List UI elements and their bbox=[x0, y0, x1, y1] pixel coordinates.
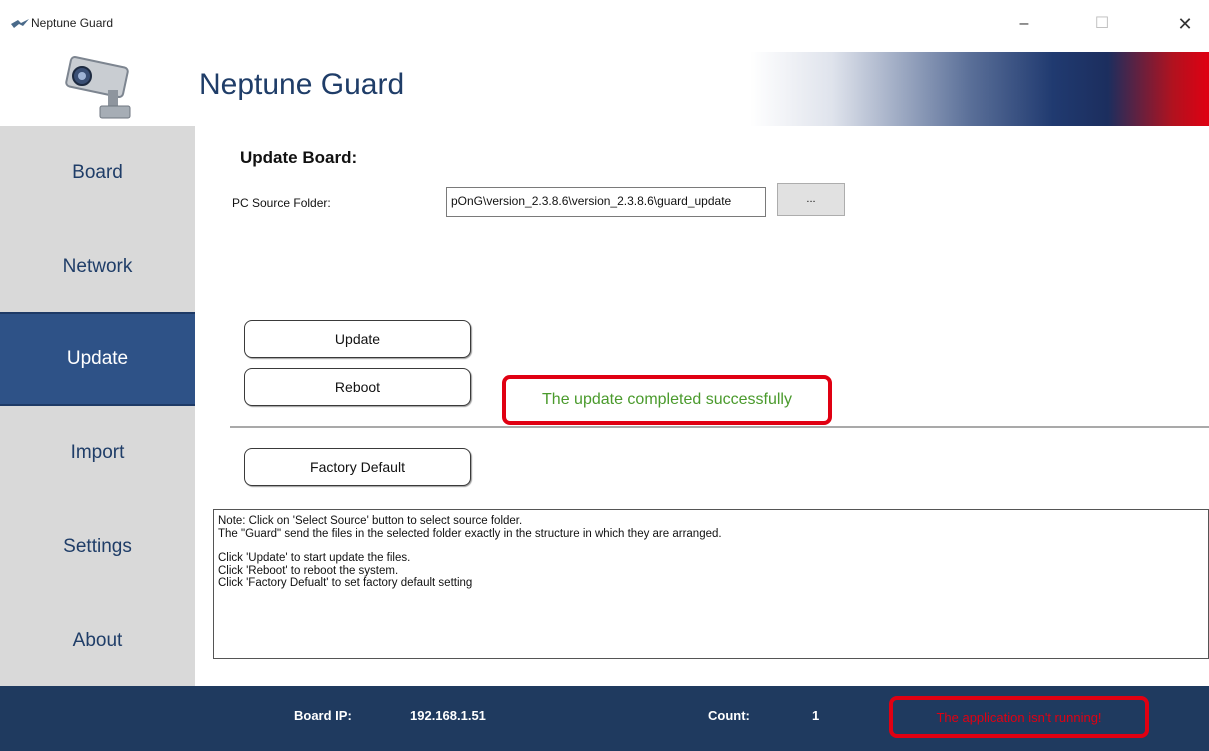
notes-box: Note: Click on 'Select Source' button to… bbox=[213, 509, 1209, 659]
board-ip-label: Board IP: bbox=[294, 708, 352, 723]
note-line: Click 'Factory Defualt' to set factory d… bbox=[218, 577, 473, 589]
sidebar-item-about[interactable]: About bbox=[0, 594, 195, 688]
minimize-button[interactable]: – bbox=[1009, 12, 1039, 36]
app-logo-icon bbox=[11, 19, 29, 28]
reboot-button[interactable]: Reboot bbox=[244, 368, 471, 406]
divider bbox=[230, 426, 1209, 428]
sidebar: Board Network Update Import Settings Abo… bbox=[0, 126, 195, 686]
source-folder-input[interactable]: pOnG\version_2.3.8.6\version_2.3.8.6\gua… bbox=[446, 187, 766, 217]
window-title: Neptune Guard bbox=[31, 16, 114, 30]
success-message-text: The update completed successfully bbox=[542, 391, 792, 408]
header-banner bbox=[750, 52, 1209, 126]
update-button[interactable]: Update bbox=[244, 320, 471, 358]
factory-default-button[interactable]: Factory Default bbox=[244, 448, 471, 486]
note-line: Click 'Update' to start update the files… bbox=[218, 552, 411, 564]
status-bar: Board IP: 192.168.1.51 Count: 1 The appl… bbox=[0, 686, 1209, 751]
sidebar-item-network[interactable]: Network bbox=[0, 220, 195, 314]
count-label: Count: bbox=[708, 708, 750, 723]
count-value: 1 bbox=[812, 708, 820, 723]
update-panel: Update Board: PC Source Folder: pOnG\ver… bbox=[195, 126, 1209, 686]
board-ip-value: 192.168.1.51 bbox=[410, 708, 486, 723]
section-title: Update Board: bbox=[240, 148, 358, 167]
sidebar-item-import[interactable]: Import bbox=[0, 406, 195, 500]
note-line: The "Guard" send the files in the select… bbox=[218, 527, 722, 540]
sidebar-item-board[interactable]: Board bbox=[0, 126, 195, 220]
note-line: Click 'Reboot' to reboot the system. bbox=[218, 564, 399, 577]
note-spacer bbox=[218, 540, 1204, 552]
app-name-heading: Neptune Guard bbox=[199, 68, 405, 101]
maximize-button[interactable]: ☐ bbox=[1087, 12, 1117, 36]
success-message: The update completed successfully bbox=[502, 375, 832, 425]
title-bar: Neptune Guard – ☐ ✕ bbox=[0, 0, 1209, 52]
close-button[interactable]: ✕ bbox=[1170, 12, 1200, 36]
app-status-text: The application isn't running! bbox=[936, 709, 1102, 725]
sidebar-item-update[interactable]: Update bbox=[0, 312, 195, 406]
source-folder-label: PC Source Folder: bbox=[232, 196, 331, 210]
note-line: Note: Click on 'Select Source' button to… bbox=[218, 515, 523, 527]
sidebar-item-settings[interactable]: Settings bbox=[0, 500, 195, 594]
browse-button[interactable]: ... bbox=[777, 183, 845, 216]
app-header: Neptune Guard bbox=[0, 52, 1209, 126]
security-camera-icon bbox=[65, 56, 131, 119]
app-status-badge: The application isn't running! bbox=[889, 696, 1149, 738]
